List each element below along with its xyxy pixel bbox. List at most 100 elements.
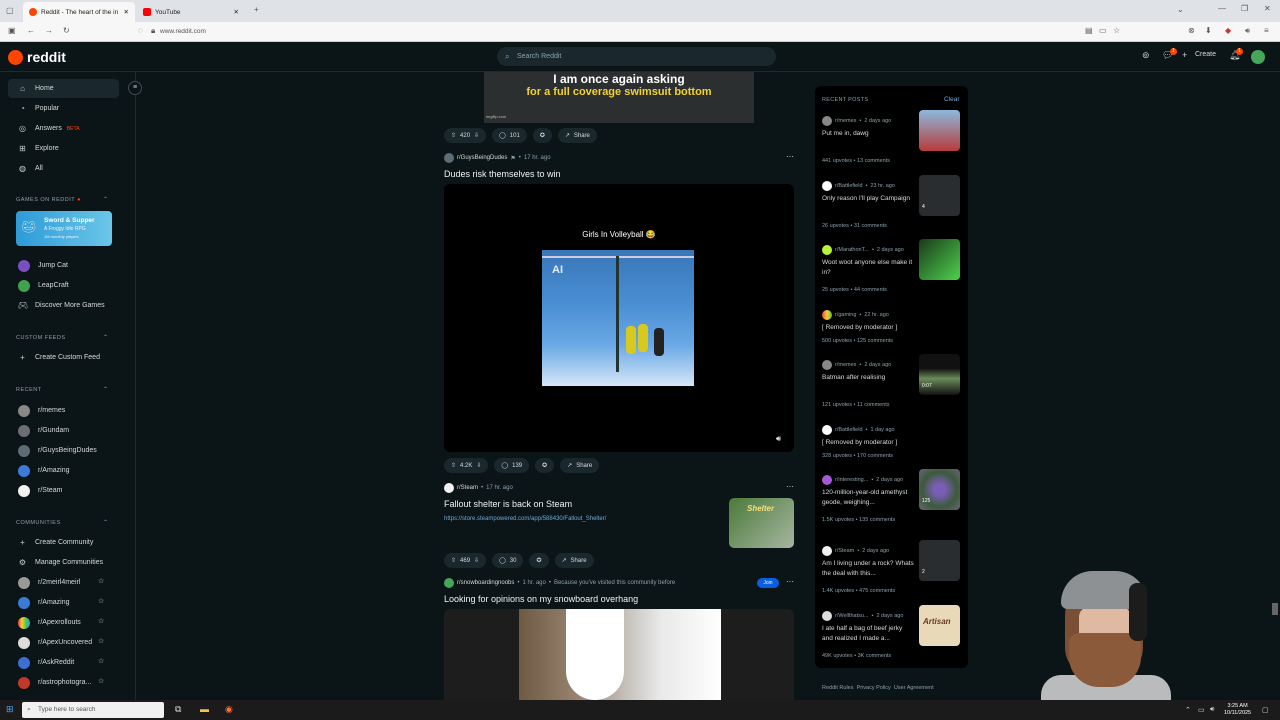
sidebar-item-recent[interactable]: r/Steam [8,481,119,500]
back-icon[interactable]: ← [27,26,35,35]
sidebar-item-answers[interactable]: ◎ Answers BETA [8,119,119,138]
recent-post-item[interactable]: r/Steam • 2 days ago Am I living under a r… [822,540,962,601]
upvote-icon[interactable]: ⇧ [451,132,456,139]
pip-icon[interactable]: ▭ [1099,26,1107,35]
download-icon[interactable]: ⬇ [1205,26,1212,35]
extension-icon[interactable]: ⊗ [1188,26,1195,35]
sidebar-icon[interactable]: ▣ [8,26,16,35]
close-window-icon[interactable]: ✕ [1264,4,1271,13]
url-field[interactable]: www.reddit.com [160,25,1080,39]
share-button[interactable]: ↗ Share [557,128,597,143]
post-image[interactable] [444,609,794,700]
reddit-logo[interactable]: reddit [8,49,66,65]
volume-icon[interactable]: 🔊︎ [776,434,781,444]
close-tab-icon[interactable]: ✕ [124,8,129,16]
award-button[interactable]: ✪ [535,458,555,473]
windows-start-icon[interactable]: ⊞ [6,704,14,715]
post-link[interactable]: https://store.steampowered.com/app/58843… [444,516,606,522]
sidebar-item-leapcraft[interactable]: LeapCraft [8,276,119,295]
award-button[interactable]: ✪ [529,553,549,568]
recent-post-item[interactable]: r/memes • 2 days ago Put me in, dawg 441 u… [822,110,962,171]
file-explorer-icon[interactable]: ▬ [200,704,209,714]
taskbar-clock[interactable]: 3:25 AM 10/11/2025 [1224,703,1251,717]
footer-link[interactable]: Reddit Rules [822,685,854,691]
post-image[interactable]: I am once again asking for a full covera… [484,72,754,123]
sidebar-item-recent[interactable]: r/Amazing [8,461,119,480]
tab-reddit[interactable]: Reddit - The heart of the in ✕ [23,2,135,22]
downvote-icon[interactable]: ⇩ [474,557,479,564]
recent-post-item[interactable]: r/MarathonT... • 2 days ago Woot woot anyo… [822,239,962,300]
shield-icon[interactable]: ◌ [138,26,143,35]
task-view-icon[interactable]: ⧉ [175,704,181,715]
comments-button[interactable]: ◯ 30 [492,553,524,568]
tab-list-icon[interactable]: ⌄ [1177,5,1184,14]
sidebar-item-all[interactable]: ◍ All [8,159,119,178]
custom-feeds-header[interactable]: CUSTOM FEEDS [16,335,66,341]
recent-post-item[interactable]: r/memes • 2 days ago Batman after realisin… [822,354,962,415]
ublock-icon[interactable]: ◆ [1225,26,1231,35]
subreddit-link[interactable]: r/snowboardingnoobs [457,580,514,586]
chevron-up-icon[interactable]: ⌃ [103,519,108,526]
sidebar-item-recent[interactable]: r/GuysBeingDudes [8,441,119,460]
sidebar-item-popular[interactable]: ◔ Popular [8,99,119,118]
post-title[interactable]: Fallout shelter is back on Steam [444,499,572,509]
reload-icon[interactable]: ↻ [63,26,70,35]
award-button[interactable]: ✪ [532,128,552,143]
tab-youtube[interactable]: YouTube ✕ [137,2,245,22]
upvote-icon[interactable]: ⇧ [451,557,456,564]
notifications-icon[interactable]: ▢ [1262,706,1269,714]
chevron-up-icon[interactable]: ⌃ [103,196,108,203]
firefox-icon[interactable]: ◉ [225,704,233,715]
share-button[interactable]: ↗ Share [560,458,600,473]
comments-button[interactable]: ◯ 101 [492,128,527,143]
create-icon[interactable]: + [1182,50,1187,60]
taskbar-search-input[interactable]: ⌕ Type here to search [22,702,164,718]
share-button[interactable]: ↗ Share [554,553,594,568]
audio-icon[interactable]: 🔊︎ [1245,26,1250,36]
bookmark-icon[interactable]: ☆ [1113,26,1120,35]
chevron-up-icon[interactable]: ⌃ [103,386,108,393]
network-icon[interactable]: ▭ [1198,706,1205,714]
create-community-button[interactable]: + Create Community [8,533,119,552]
reader-icon[interactable]: ▤ [1085,26,1093,35]
vote-buttons[interactable]: ⇧ 469 ⇩ [444,553,487,568]
video-player[interactable]: Girls In Volleyball 😂 AI 🔊︎ [444,184,794,452]
comments-button[interactable]: ◯ 139 [494,458,530,473]
scrollbar-thumb[interactable] [1272,603,1278,615]
star-icon[interactable]: ☆ [98,617,104,625]
post-thumbnail[interactable]: Shelter [729,498,794,548]
more-options-icon[interactable]: ⋯ [786,482,794,491]
recent-post-item[interactable]: r/gaming • 22 hr. ago [ Removed by moderat… [822,310,962,350]
maximize-icon[interactable]: ❐ [1241,4,1248,13]
forward-icon[interactable]: → [45,26,53,35]
sidebar-item-home[interactable]: ⌂ Home [8,79,119,98]
star-icon[interactable]: ☆ [98,677,104,685]
recent-post-item[interactable]: r/Wellthatsu... • 2 days ago I ate half a … [822,605,962,666]
manage-communities-button[interactable]: ⚙︎ Manage Communities [8,553,119,572]
sidebar-item-recent[interactable]: r/memes [8,401,119,420]
star-icon[interactable]: ☆ [98,637,104,645]
close-tab-icon[interactable]: ✕ [234,8,239,16]
post-title[interactable]: Looking for opinions on my snowboard ove… [444,594,638,604]
recent-header[interactable]: RECENT [16,387,42,393]
clear-button[interactable]: Clear [944,96,960,103]
communities-header[interactable]: COMMUNITIES [16,520,61,526]
recent-post-item[interactable]: r/Battlefield • 1 day ago [ Removed by mod… [822,425,962,465]
volume-icon[interactable]: 🔊︎ [1210,706,1214,714]
sidebar-item-jump-cat[interactable]: Jump Cat [8,256,119,275]
games-section-header[interactable]: GAMES ON REDDIT ● [16,197,81,203]
footer-link[interactable]: User Agreement [894,685,934,691]
menu-icon[interactable]: ≡ [1264,26,1269,35]
star-icon[interactable]: ☆ [98,597,104,605]
sidebar-item-explore[interactable]: ⊞ Explore [8,139,119,158]
vote-buttons[interactable]: ⇧ 420 ⇩ [444,128,487,143]
create-custom-feed-button[interactable]: + Create Custom Feed [8,348,119,367]
downvote-icon[interactable]: ⇩ [474,132,479,139]
subreddit-link[interactable]: r/Steam [457,485,478,491]
recent-post-item[interactable]: r/Battlefield • 23 hr. ago Only reason I'l… [822,175,962,236]
game-banner-sword-supper[interactable]: 🐸︎ Sword & Supper A Froggy Idle RPG 1M m… [16,211,112,246]
more-options-icon[interactable]: ⋯ [786,577,794,586]
more-options-icon[interactable]: ⋯ [786,152,794,161]
recent-post-item[interactable]: r/interesting... • 2 days ago 120-million-… [822,469,962,530]
sidebar-item-recent[interactable]: r/Gundam [8,421,119,440]
